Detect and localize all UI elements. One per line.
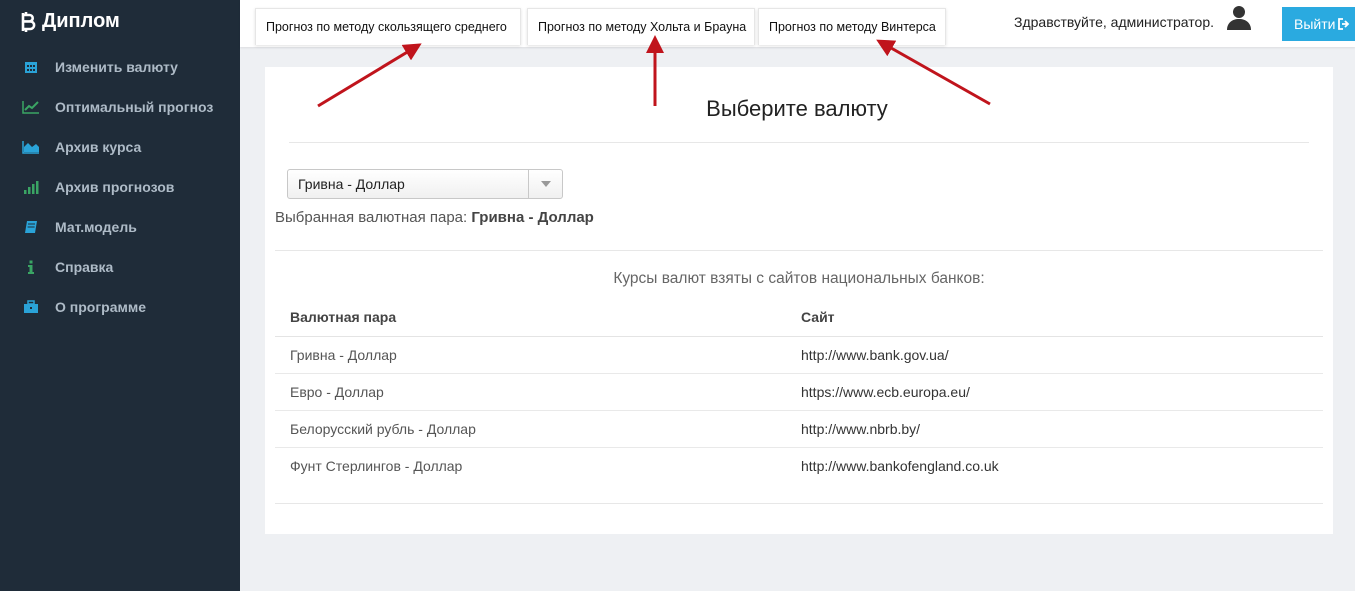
currency-select[interactable]: Гривна - Доллар xyxy=(287,169,563,199)
source-note-text: Курсы валют взяты с сайтов национальных … xyxy=(613,270,985,287)
selected-pair-value: Гривна - Доллар xyxy=(471,209,594,226)
sidebar: Диплом Изменить валюту Оптимальный прогн… xyxy=(0,0,240,591)
sidebar-item-label: Оптимальный прогноз xyxy=(55,99,214,115)
cell-pair: Фунт Стерлингов - Доллар xyxy=(290,457,463,474)
cell-site: http://www.bank.gov.ua/ xyxy=(786,336,1323,374)
table-row: Белорусский рубль - Доллар http://www.nb… xyxy=(275,410,1323,448)
sidebar-item-label: Изменить валюту xyxy=(55,59,178,75)
tab-moving-average-forecast[interactable]: Прогноз по методу скользящего среднего xyxy=(255,8,521,45)
sign-out-icon xyxy=(1338,18,1350,30)
column-header-site: Сайт xyxy=(786,299,1323,337)
brand-title: Диплом xyxy=(42,10,120,32)
line-chart-icon xyxy=(22,99,40,115)
sidebar-item-help[interactable]: Справка xyxy=(0,247,240,287)
sidebar-item-forecast-archive[interactable]: Архив прогнозов xyxy=(0,167,240,207)
tab-winters-forecast[interactable]: Прогноз по методу Винтерса xyxy=(758,8,946,45)
sidebar-nav: Изменить валюту Оптимальный прогноз Архи… xyxy=(0,47,240,327)
book-icon xyxy=(22,219,40,235)
briefcase-icon xyxy=(22,299,40,315)
selected-pair-line: Выбранная валютная пара: Гривна - Доллар xyxy=(275,209,594,226)
cell-pair: Гривна - Доллар xyxy=(275,336,786,374)
tab-holt-brown-forecast[interactable]: Прогноз по методу Хольта и Брауна xyxy=(527,8,755,45)
sidebar-item-label: Архив прогнозов xyxy=(55,179,175,195)
source-note: Курсы валют взяты с сайтов национальных … xyxy=(265,270,1333,288)
table-header-row: Валютная пара Сайт xyxy=(275,299,1323,337)
chevron-down-icon[interactable] xyxy=(528,170,562,198)
currency-select-value: Гривна - Доллар xyxy=(298,176,405,192)
cell-site: https://www.ecb.europa.eu/ xyxy=(786,373,1323,411)
table-row: Гривна - Доллар http://www.bank.gov.ua/ xyxy=(275,336,1323,374)
top-bar: Прогноз по методу скользящего среднего П… xyxy=(240,0,1355,47)
divider xyxy=(275,250,1323,251)
info-icon xyxy=(22,259,40,275)
cell-pair: Евро - Доллар xyxy=(275,373,786,411)
user-icon[interactable] xyxy=(1226,5,1252,31)
bank-sources-table: Валютная пара Сайт Гривна - Доллар http:… xyxy=(275,299,1323,484)
selected-pair-label: Выбранная валютная пара: xyxy=(275,209,468,226)
divider xyxy=(275,503,1323,504)
sidebar-item-rate-archive[interactable]: Архив курса xyxy=(0,127,240,167)
signal-bars-icon xyxy=(22,179,40,195)
sidebar-item-about[interactable]: О программе xyxy=(0,287,240,327)
user-greeting: Здравствуйте, администратор. xyxy=(1014,14,1215,30)
area-chart-icon xyxy=(22,139,40,155)
sidebar-item-label: Мат.модель xyxy=(55,219,137,235)
sidebar-item-math-model[interactable]: Мат.модель xyxy=(0,207,240,247)
table-row: Евро - Доллар https://www.ecb.europa.eu/ xyxy=(275,373,1323,411)
sidebar-item-label: О программе xyxy=(55,299,147,315)
cell-pair: Белорусский рубль - Доллар xyxy=(275,410,786,448)
cell-site: http://www.bankofengland.co.uk xyxy=(801,457,999,474)
bitcoin-icon xyxy=(21,11,36,32)
cell-site: http://www.nbrb.by/ xyxy=(786,410,1323,448)
page-title: Выберите валюту xyxy=(265,96,1333,122)
main-card: Выберите валюту Гривна - Доллар Выбранна… xyxy=(265,67,1333,534)
table-row: Фунт Стерлингов - Доллар http://www.bank… xyxy=(275,447,1323,484)
calendar-icon xyxy=(22,59,40,75)
logout-button[interactable]: Выйти xyxy=(1282,7,1355,41)
sidebar-item-label: Справка xyxy=(55,259,114,275)
sidebar-item-optimal-forecast[interactable]: Оптимальный прогноз xyxy=(0,87,240,127)
column-header-pair: Валютная пара xyxy=(275,299,786,337)
brand[interactable]: Диплом xyxy=(20,10,120,33)
page-title-text: Выберите валюту xyxy=(706,96,888,121)
sidebar-item-change-currency[interactable]: Изменить валюту xyxy=(0,47,240,87)
sidebar-item-label: Архив курса xyxy=(55,139,142,155)
logout-label: Выйти xyxy=(1294,16,1336,32)
divider xyxy=(289,142,1309,143)
